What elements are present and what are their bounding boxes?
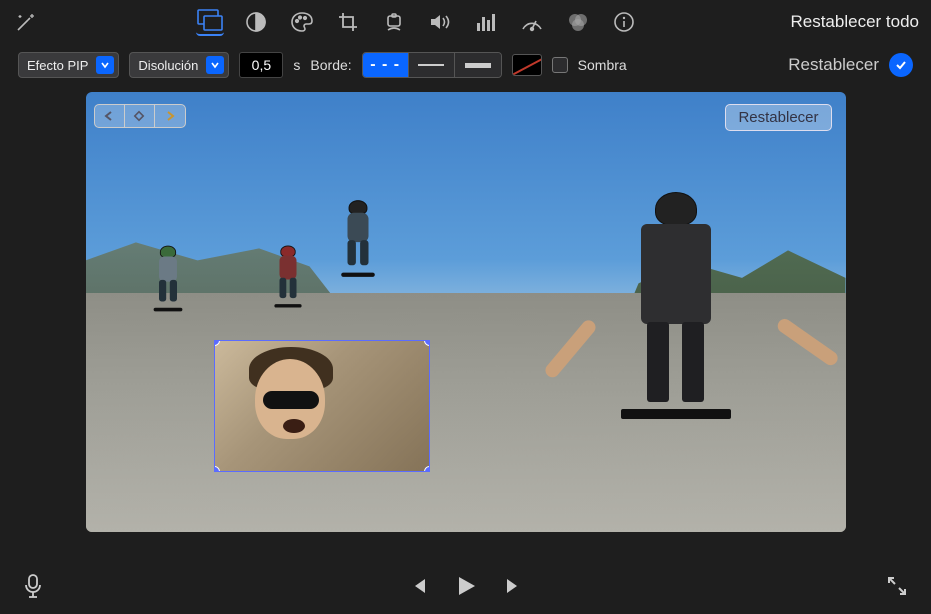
crop-icon[interactable] xyxy=(334,8,362,36)
palette-icon[interactable] xyxy=(288,8,316,36)
effect-dropdown[interactable]: Efecto PIP xyxy=(18,52,119,78)
chevron-down-icon xyxy=(206,56,224,74)
nav-add-keyframe[interactable] xyxy=(125,105,155,127)
speed-icon[interactable] xyxy=(518,8,546,36)
volume-icon[interactable] xyxy=(426,8,454,36)
mic-icon[interactable] xyxy=(22,573,44,599)
border-option-thin[interactable] xyxy=(409,53,455,77)
pip-handle-bl[interactable] xyxy=(214,466,220,472)
transition-dropdown[interactable]: Disolución xyxy=(129,52,229,78)
pip-handle-tl[interactable] xyxy=(214,340,220,346)
duration-unit: s xyxy=(293,57,300,73)
skater-figure xyxy=(148,246,188,312)
reset-pip-button[interactable]: Restablecer xyxy=(788,55,879,75)
shadow-label: Sombra xyxy=(578,57,627,73)
border-color-swatch[interactable] xyxy=(512,54,542,76)
chevron-down-icon xyxy=(96,56,114,74)
overlay-icon[interactable] xyxy=(196,8,224,36)
magic-wand-icon[interactable] xyxy=(12,8,40,36)
border-label: Borde: xyxy=(310,57,351,73)
contrast-icon[interactable] xyxy=(242,8,270,36)
skater-figure-main xyxy=(576,192,776,419)
pip-handle-tr[interactable] xyxy=(424,340,430,346)
preview-viewer[interactable]: Restablecer xyxy=(86,92,846,532)
pip-handle-br[interactable] xyxy=(424,466,430,472)
nav-next-keyframe[interactable] xyxy=(155,105,185,127)
skip-forward-icon[interactable] xyxy=(503,576,525,596)
expand-icon[interactable] xyxy=(885,574,909,598)
duration-input[interactable] xyxy=(239,52,283,78)
effect-dropdown-label: Efecto PIP xyxy=(27,58,88,73)
transition-dropdown-label: Disolución xyxy=(138,58,198,73)
border-style-segmented[interactable]: - - - xyxy=(362,52,502,78)
transport-bar xyxy=(0,558,931,614)
skater-figure xyxy=(334,200,380,277)
border-option-thick[interactable] xyxy=(455,53,501,77)
top-toolbar: Restablecer todo xyxy=(0,0,931,44)
viewer-restore-button[interactable]: Restablecer xyxy=(725,104,831,131)
stabilize-icon[interactable] xyxy=(380,8,408,36)
skip-back-icon[interactable] xyxy=(407,576,429,596)
color-balance-icon[interactable] xyxy=(564,8,592,36)
apply-button[interactable] xyxy=(889,53,913,77)
pip-overlay[interactable] xyxy=(214,340,430,472)
skater-figure xyxy=(269,245,306,307)
pip-options-row: Efecto PIP Disolución s Borde: - - - Som… xyxy=(0,44,931,92)
equalizer-icon[interactable] xyxy=(472,8,500,36)
border-option-dashed[interactable]: - - - xyxy=(363,53,409,77)
info-icon[interactable] xyxy=(610,8,638,36)
play-icon[interactable] xyxy=(455,574,477,598)
shadow-checkbox[interactable] xyxy=(552,57,568,73)
nav-prev-keyframe[interactable] xyxy=(95,105,125,127)
reset-all-button[interactable]: Restablecer todo xyxy=(790,12,919,32)
viewer-nav-pills xyxy=(94,104,186,128)
